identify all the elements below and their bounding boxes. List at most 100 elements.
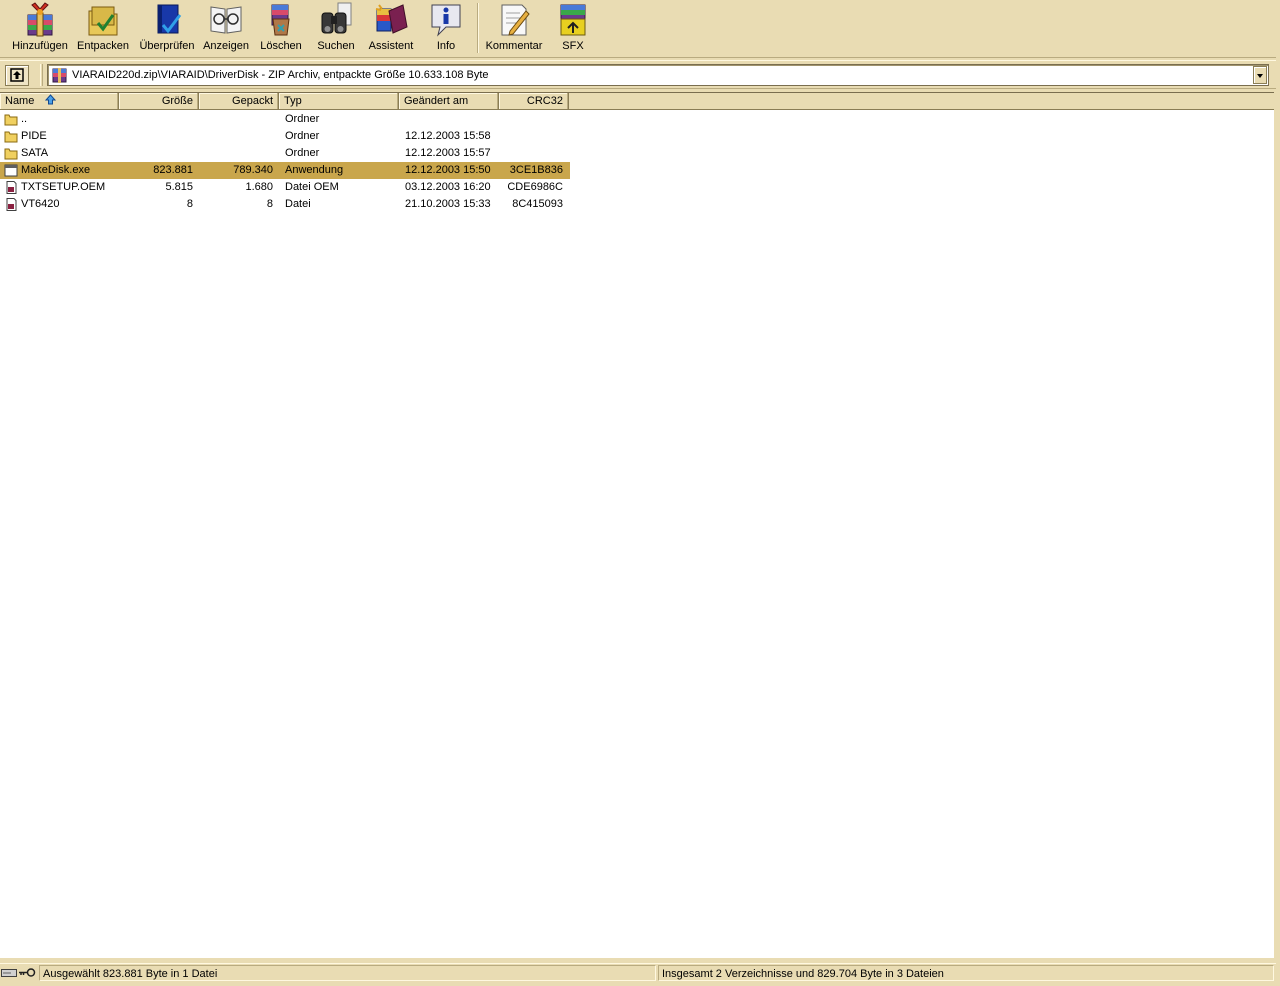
sort-ascending-icon xyxy=(45,94,57,105)
wizard-icon xyxy=(373,1,409,39)
extract-folder-icon xyxy=(85,1,121,39)
add-button[interactable]: Hinzufügen xyxy=(10,1,70,56)
up-folder-button[interactable] xyxy=(5,65,29,86)
test-book-icon xyxy=(149,1,185,39)
delete-label: Löschen xyxy=(260,40,302,52)
file-modified: 03.12.2003 16:20 xyxy=(405,181,491,193)
comment-label: Kommentar xyxy=(485,40,543,52)
test-button[interactable]: Überprüfen xyxy=(138,1,196,56)
address-combobox[interactable]: VIARAID220d.zip\VIARAID\DriverDisk - ZIP… xyxy=(47,64,1269,86)
file-row-selected[interactable]: MakeDisk.exe 823.881 789.340 Anwendung 1… xyxy=(0,162,570,179)
sfx-icon xyxy=(555,1,591,39)
view-button[interactable]: Anzeigen xyxy=(202,1,250,56)
file-name: VT6420 xyxy=(21,198,60,210)
column-type[interactable]: Typ xyxy=(279,93,399,109)
file-packed: 8 xyxy=(266,198,273,210)
file-packed xyxy=(199,128,273,145)
file-size: 5.815 xyxy=(165,181,193,193)
column-packed[interactable]: Gepackt xyxy=(199,93,279,109)
file-type: Anwendung xyxy=(285,164,344,176)
column-name-label: Name xyxy=(5,95,35,107)
up-arrow-icon xyxy=(10,68,24,82)
file-crc: 3CE1B836 xyxy=(509,164,563,176)
file-packed xyxy=(199,111,273,128)
folder-icon xyxy=(4,131,18,143)
file-type: Datei OEM xyxy=(285,181,339,193)
sfx-button[interactable]: SFX xyxy=(555,1,591,56)
file-crc: CDE6986C xyxy=(507,181,563,193)
file-row[interactable]: SATA Ordner 12.12.2003 15:57 xyxy=(0,145,570,162)
column-modified[interactable]: Geändert am xyxy=(399,93,499,109)
file-row[interactable]: PIDE Ordner 12.12.2003 15:58 xyxy=(0,128,570,145)
view-glasses-icon xyxy=(208,1,244,39)
delete-button[interactable]: Löschen xyxy=(258,1,304,56)
file-modified: 12.12.2003 15:57 xyxy=(405,147,491,159)
extract-button[interactable]: Entpacken xyxy=(75,1,131,56)
file-type: Ordner xyxy=(285,130,320,142)
address-dropdown-button[interactable] xyxy=(1253,66,1267,84)
file-size: 823.881 xyxy=(153,164,193,176)
folder-icon xyxy=(4,148,18,160)
address-path: VIARAID220d.zip\VIARAID\DriverDisk - ZIP… xyxy=(72,69,489,81)
key-icon[interactable] xyxy=(18,967,36,978)
comment-icon xyxy=(496,1,532,39)
file-name: TXTSETUP.OEM xyxy=(21,181,106,193)
file-modified: 21.10.2003 15:33 xyxy=(405,198,491,210)
file-size: 8 xyxy=(186,198,193,210)
file-type: Ordner xyxy=(285,113,320,125)
column-crc-label: CRC32 xyxy=(526,95,563,107)
test-label: Überprüfen xyxy=(139,40,195,52)
delete-bin-icon xyxy=(263,1,299,39)
application-icon xyxy=(4,164,18,177)
status-total: Insgesamt 2 Verzeichnisse und 829.704 By… xyxy=(658,965,1274,981)
file-icon xyxy=(6,198,17,211)
file-crc xyxy=(499,145,563,162)
file-type: Ordner xyxy=(285,147,320,159)
column-crc[interactable]: CRC32 xyxy=(499,93,569,109)
file-crc: 8C415093 xyxy=(512,198,563,210)
file-row[interactable]: .. Ordner xyxy=(0,111,570,128)
add-archive-icon xyxy=(22,1,58,39)
info-label: Info xyxy=(436,40,456,52)
status-bar: Ausgewählt 823.881 Byte in 1 Datei Insge… xyxy=(0,963,1276,981)
drive-icon[interactable] xyxy=(1,967,17,978)
toolbar-separator xyxy=(477,3,479,53)
file-packed: 1.680 xyxy=(245,181,273,193)
archive-icon xyxy=(52,68,67,83)
sfx-label: SFX xyxy=(562,40,584,52)
file-name: .. xyxy=(21,113,28,125)
view-label: Anzeigen xyxy=(203,40,249,52)
status-selected: Ausgewählt 823.881 Byte in 1 Datei xyxy=(39,965,656,981)
file-packed: 789.340 xyxy=(233,164,273,176)
address-bar: VIARAID220d.zip\VIARAID\DriverDisk - ZIP… xyxy=(0,60,1276,89)
find-binoculars-icon xyxy=(318,1,354,39)
toolbar: Hinzufügen Entpacken Überprüfen Anzeigen… xyxy=(0,0,1276,58)
file-crc xyxy=(499,128,563,145)
extract-label: Entpacken xyxy=(77,40,129,52)
file-size xyxy=(119,128,193,145)
info-icon xyxy=(428,1,464,39)
file-type: Datei xyxy=(285,198,311,210)
file-list[interactable]: Name Größe Gepackt Typ Geändert am CRC32 xyxy=(0,92,1274,958)
column-header: Name Größe Gepackt Typ Geändert am CRC32 xyxy=(0,93,1274,110)
comment-button[interactable]: Kommentar xyxy=(485,1,543,56)
info-button[interactable]: Info xyxy=(428,1,464,56)
column-modified-label: Geändert am xyxy=(404,95,469,107)
find-label: Suchen xyxy=(317,40,355,52)
wizard-label: Assistent xyxy=(368,40,414,52)
file-size xyxy=(119,111,193,128)
file-row[interactable]: TXTSETUP.OEM 5.815 1.680 Datei OEM 03.12… xyxy=(0,179,570,196)
column-size[interactable]: Größe xyxy=(119,93,199,109)
file-name: SATA xyxy=(21,147,49,159)
file-row[interactable]: VT6420 8 8 Datei 21.10.2003 15:33 8C4150… xyxy=(0,196,570,213)
file-packed xyxy=(199,145,273,162)
find-button[interactable]: Suchen xyxy=(313,1,359,56)
file-size xyxy=(119,145,193,162)
file-icon xyxy=(6,181,17,194)
file-modified: 12.12.2003 15:58 xyxy=(405,130,491,142)
file-name: MakeDisk.exe xyxy=(21,164,91,176)
wizard-button[interactable]: Assistent xyxy=(366,1,416,56)
folder-up-icon xyxy=(4,114,18,126)
column-packed-label: Gepackt xyxy=(232,95,273,107)
column-name[interactable]: Name xyxy=(0,93,119,109)
